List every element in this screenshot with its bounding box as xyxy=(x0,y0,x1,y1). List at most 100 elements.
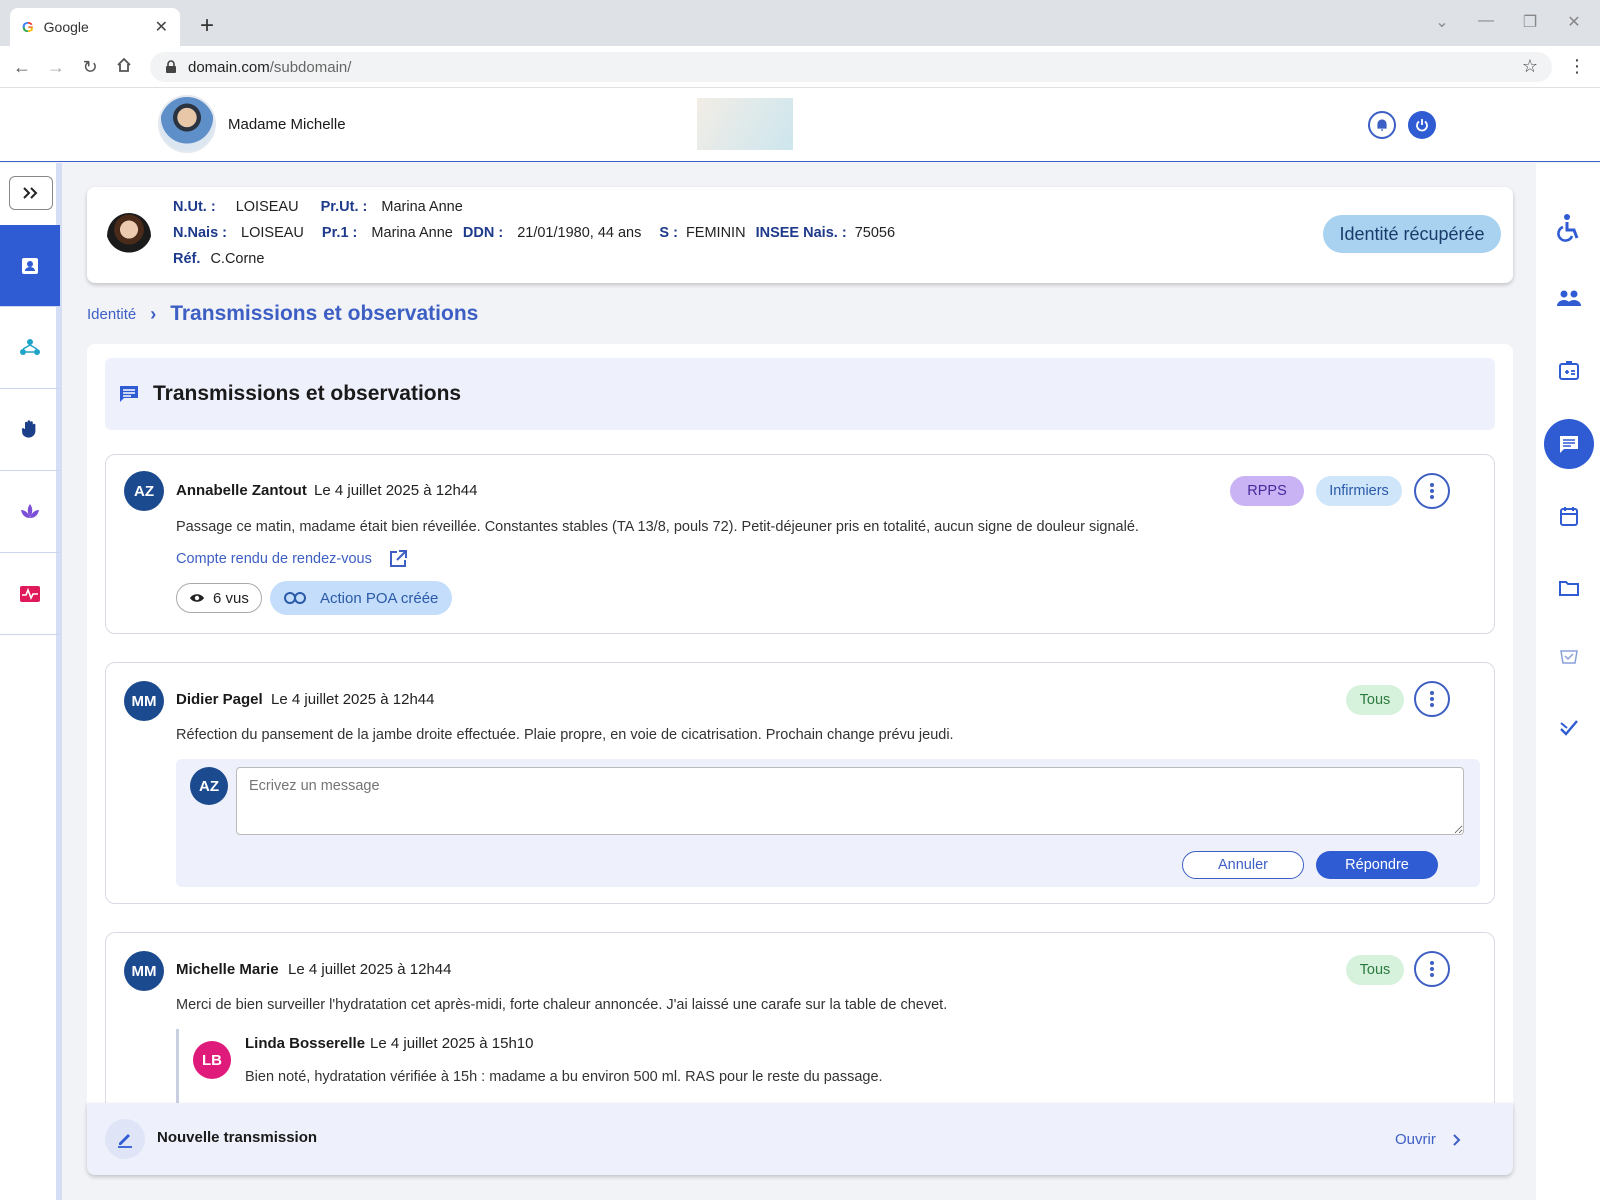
minimize-icon[interactable]: — xyxy=(1474,12,1498,30)
bookmark-star-icon[interactable]: ☆ xyxy=(1522,56,1538,77)
sub-reply: LB Linda Bosserelle Le 4 juillet 2025 à … xyxy=(176,1029,1176,1109)
author-initials-avatar: MM xyxy=(124,681,164,721)
transmissions-chat-icon[interactable] xyxy=(1544,419,1594,469)
new-tab-button[interactable]: + xyxy=(194,12,220,40)
patient-line-1: N.Ut. : LOISEAU Pr.Ut. : Marina Anne xyxy=(173,199,463,215)
right-sidebar xyxy=(1536,163,1600,1200)
author-initials-avatar: MM xyxy=(124,951,164,991)
reply-author-initials-avatar: AZ xyxy=(190,767,228,805)
report-link[interactable]: Compte rendu de rendez-vous xyxy=(176,549,408,569)
new-transmission-bar[interactable]: Nouvelle transmission Ouvrir xyxy=(87,1103,1513,1175)
tab-title: Google xyxy=(43,19,89,35)
reload-icon[interactable]: ↻ xyxy=(78,56,102,78)
reply-button[interactable]: Répondre xyxy=(1316,851,1438,879)
prut-value: Marina Anne xyxy=(381,199,463,215)
author-name: Michelle Marie xyxy=(176,961,279,978)
forward-icon[interactable]: → xyxy=(44,56,68,78)
identity-status-badge: Identité récupérée xyxy=(1323,215,1501,253)
accessibility-icon[interactable] xyxy=(1544,203,1594,253)
user-avatar[interactable] xyxy=(158,95,216,153)
sexe-value: FEMININ xyxy=(685,225,746,241)
lock-icon xyxy=(166,60,176,73)
browser-menu-icon[interactable]: ⋮ xyxy=(1568,56,1586,77)
medical-id-icon[interactable] xyxy=(1544,345,1594,395)
url-path: /subdomain/ xyxy=(269,58,352,76)
sidebar-item-vitals[interactable] xyxy=(0,553,60,635)
more-options-button[interactable] xyxy=(1414,473,1450,509)
chat-bubble-icon xyxy=(120,386,138,402)
browser-tab-bar: G Google ✕ + ⌄ — ❐ ✕ xyxy=(0,0,1600,46)
hand-icon xyxy=(21,419,36,438)
address-bar: ← → ↻ domain.com /subdomain/ ☆ ⋮ xyxy=(0,46,1600,88)
restore-icon[interactable]: ❐ xyxy=(1518,12,1542,32)
tab-search-icon[interactable]: ⌄ xyxy=(1430,12,1454,32)
patient-identity-card: N.Ut. : LOISEAU Pr.Ut. : Marina Anne N.N… xyxy=(87,187,1513,283)
patient-photo xyxy=(107,213,151,259)
poa-action-pill[interactable]: Action POA créée xyxy=(270,581,453,615)
section-title: Transmissions et observations xyxy=(153,382,462,405)
back-icon[interactable]: ← xyxy=(10,56,34,78)
dmp-icon[interactable] xyxy=(1544,633,1594,683)
reply-message-input[interactable] xyxy=(236,767,1464,835)
close-window-icon[interactable]: ✕ xyxy=(1562,12,1586,32)
url-input[interactable]: domain.com /subdomain/ ☆ xyxy=(150,52,1552,82)
group-people-icon[interactable] xyxy=(1544,273,1594,323)
message-text: Réfection du pansement de la jambe droit… xyxy=(176,727,954,743)
message-date: Le 4 juillet 2025 à 12h44 xyxy=(271,691,435,708)
poa-action-label: Action POA créée xyxy=(320,589,439,607)
nut-value: LOISEAU xyxy=(235,199,299,215)
pr1-value: Marina Anne xyxy=(371,225,453,241)
report-link-label: Compte rendu de rendez-vous xyxy=(176,551,372,567)
external-link-icon xyxy=(389,550,407,567)
browser-tab[interactable]: G Google ✕ xyxy=(10,8,180,46)
sub-reply-date: Le 4 juillet 2025 à 15h10 xyxy=(370,1035,534,1052)
folder-icon[interactable] xyxy=(1544,563,1594,613)
sidebar-item-identity[interactable] xyxy=(0,225,60,307)
cancel-button[interactable]: Annuler xyxy=(1182,851,1304,879)
breadcrumb-current: Transmissions et observations xyxy=(170,302,479,325)
app-logo xyxy=(697,98,793,150)
sidebar-item-network[interactable] xyxy=(0,307,60,389)
nnais-label: N.Nais : xyxy=(173,225,227,241)
ref-value: C.Corne xyxy=(210,251,265,267)
author-initials-avatar: AZ xyxy=(124,471,164,511)
ref-label: Réf. xyxy=(173,251,201,267)
prut-label: Pr.Ut. : xyxy=(320,199,368,215)
open-button[interactable]: Ouvrir xyxy=(1395,1131,1462,1148)
breadcrumb: Identité › Transmissions et observations xyxy=(87,300,478,328)
power-logout-icon[interactable] xyxy=(1408,111,1436,139)
double-chevron-right-icon xyxy=(23,187,38,199)
sidebar-item-care[interactable] xyxy=(0,389,60,471)
breadcrumb-identity-link[interactable]: Identité xyxy=(87,306,136,323)
more-options-button[interactable] xyxy=(1414,681,1450,717)
nut-label: N.Ut. : xyxy=(173,199,216,215)
more-options-button[interactable] xyxy=(1414,951,1450,987)
home-icon[interactable] xyxy=(112,56,136,78)
chevron-right-icon xyxy=(1453,1133,1461,1146)
message-text: Merci de bien surveiller l'hydratation c… xyxy=(176,997,948,1013)
sub-reply-initials-avatar: LB xyxy=(193,1041,231,1079)
pr1-label: Pr.1 : xyxy=(321,225,358,241)
heartbeat-monitor-icon xyxy=(20,585,40,602)
tab-close-icon[interactable]: ✕ xyxy=(155,17,168,37)
author-name: Didier Pagel xyxy=(176,691,263,708)
chevron-right-icon: › xyxy=(150,303,157,324)
views-count: 6 vus xyxy=(213,589,249,607)
nnais-value: LOISEAU xyxy=(241,225,304,241)
checklist-icon[interactable] xyxy=(1544,703,1594,753)
google-logo-icon: G xyxy=(22,18,34,36)
lotus-icon xyxy=(21,503,39,518)
calendar-icon[interactable] xyxy=(1544,491,1594,541)
patient-line-3: Réf. C.Corne xyxy=(173,251,264,267)
message-date: Le 4 juillet 2025 à 12h44 xyxy=(288,961,452,978)
url-domain: domain.com xyxy=(188,58,270,76)
new-transmission-title: Nouvelle transmission xyxy=(157,1129,318,1146)
pencil-edit-icon xyxy=(105,1119,145,1159)
notification-bell-icon[interactable] xyxy=(1368,111,1396,139)
sidebar-item-wellbeing[interactable] xyxy=(0,471,60,553)
identity-card-icon xyxy=(22,257,38,274)
eye-icon xyxy=(190,594,204,602)
link-chain-icon xyxy=(284,592,306,604)
expand-sidebar-button[interactable] xyxy=(9,176,53,210)
insee-label: INSEE Nais. : xyxy=(755,225,847,241)
